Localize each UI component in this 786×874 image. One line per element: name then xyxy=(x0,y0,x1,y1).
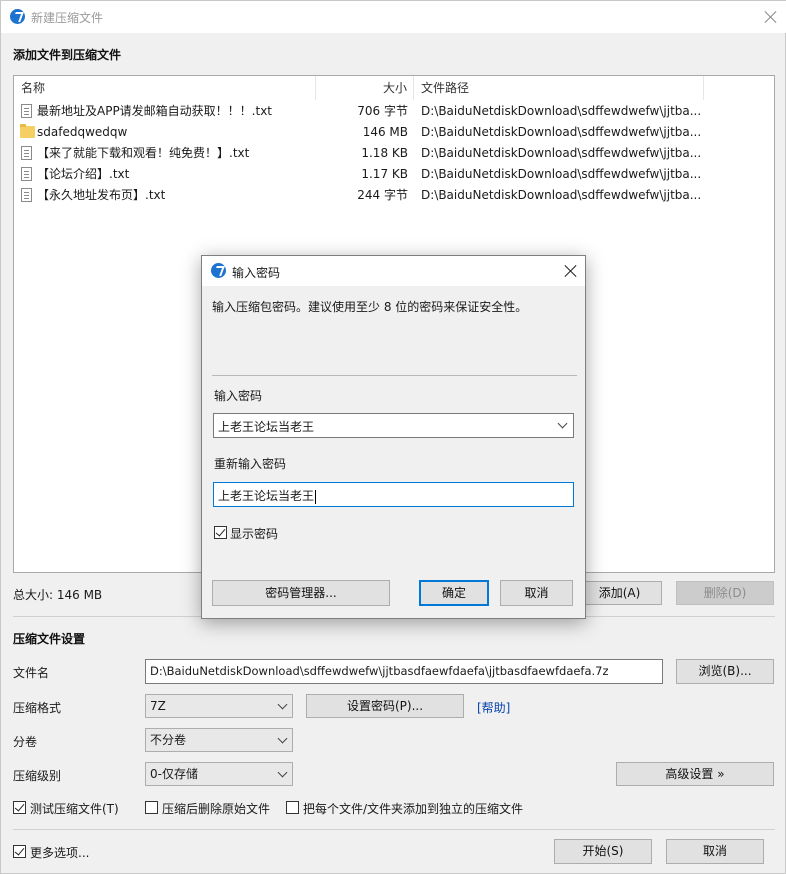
password-input[interactable]: 上老王论坛当老王 xyxy=(213,413,574,438)
dialog-title: 输入密码 xyxy=(232,266,281,280)
file-row[interactable]: 最新地址及APP请发邮箱自动获取！！！.txt 706 字节 D:\BaiduN… xyxy=(14,101,774,122)
file-row[interactable]: 【来了就能下载和观看！纯免费！】.txt 1.18 KB D:\BaiduNet… xyxy=(14,143,774,164)
password-value: 上老王论坛当老王 xyxy=(218,420,315,434)
file-name: 【论坛介绍】.txt xyxy=(37,167,130,181)
cancel-button[interactable]: 取消 xyxy=(666,839,764,864)
split-select[interactable]: 不分卷 xyxy=(145,728,293,752)
reenter-password-value: 上老王论坛当老王 xyxy=(218,489,315,503)
level-value: 0-仅存储 xyxy=(150,767,198,781)
test-archive-label: 测试压缩文件(T) xyxy=(30,802,119,816)
file-size: 1.17 KB xyxy=(361,167,408,181)
text-file-icon xyxy=(21,167,32,181)
advanced-settings-button[interactable]: 高级设置 » xyxy=(616,762,774,786)
file-path: D:\BaiduNetdiskDownload\sdffewdwefw\jjtb… xyxy=(421,146,702,160)
dialog-title-bar: 输入密码 xyxy=(202,256,585,286)
split-value: 不分卷 xyxy=(150,733,187,747)
test-archive-checkbox[interactable] xyxy=(13,801,26,814)
window-close-icon[interactable] xyxy=(764,10,778,24)
separate-archives-checkbox[interactable] xyxy=(286,801,299,814)
password-label: 输入密码 xyxy=(214,389,263,403)
delete-after-checkbox[interactable] xyxy=(145,801,158,814)
filename-input[interactable]: D:\BaiduNetdiskDownload\sdffewdwefw\jjtb… xyxy=(145,659,663,684)
file-path: D:\BaiduNetdiskDownload\sdffewdwefw\jjtb… xyxy=(421,125,702,139)
file-size: 146 MB xyxy=(362,125,408,139)
chevron-down-icon[interactable] xyxy=(557,418,568,429)
column-header-name[interactable]: 名称 xyxy=(14,76,316,100)
file-name: 【来了就能下载和观看！纯免费！】.txt xyxy=(37,146,250,160)
file-path: D:\BaiduNetdiskDownload\sdffewdwefw\jjtb… xyxy=(421,167,702,181)
divider xyxy=(13,829,775,830)
ok-button[interactable]: 确定 xyxy=(419,580,489,606)
format-value: 7Z xyxy=(150,699,166,713)
browse-button[interactable]: 浏览(B)... xyxy=(676,659,774,684)
chevron-down-icon xyxy=(277,767,288,778)
file-size: 244 字节 xyxy=(357,188,408,202)
help-link[interactable]: [帮助] xyxy=(477,699,510,716)
file-size: 706 字节 xyxy=(357,104,408,118)
dialog-close-icon[interactable] xyxy=(564,264,578,278)
reenter-value-wrap: 上老王论坛当老王 xyxy=(218,487,317,504)
app-logo-icon xyxy=(211,263,226,278)
app-logo-icon xyxy=(10,9,25,24)
more-options-checkbox[interactable] xyxy=(13,845,26,858)
split-label: 分卷 xyxy=(13,735,38,749)
file-name: 最新地址及APP请发邮箱自动获取！！！.txt xyxy=(37,104,273,118)
reenter-password-label: 重新输入密码 xyxy=(214,457,287,471)
format-select[interactable]: 7Z xyxy=(145,694,293,718)
file-name: sdafedqwedqw xyxy=(37,125,128,139)
delete-after-label: 压缩后删除原始文件 xyxy=(162,802,271,816)
set-password-button[interactable]: 设置密码(P)... xyxy=(306,694,464,718)
window-title: 新建压缩文件 xyxy=(31,11,104,25)
chevron-down-icon xyxy=(277,733,288,744)
show-password-checkbox[interactable] xyxy=(214,526,227,539)
file-size: 1.18 KB xyxy=(361,146,408,160)
file-row[interactable]: sdafedqwedqw 146 MB D:\BaiduNetdiskDownl… xyxy=(14,122,774,143)
chevron-down-icon xyxy=(277,699,288,710)
separate-archives-label: 把每个文件/文件夹添加到独立的压缩文件 xyxy=(303,802,524,816)
file-path: D:\BaiduNetdiskDownload\sdffewdwefw\jjtb… xyxy=(421,104,702,118)
file-name: 【永久地址发布页】.txt xyxy=(37,188,166,202)
level-label: 压缩级别 xyxy=(13,769,62,783)
file-path: D:\BaiduNetdiskDownload\sdffewdwefw\jjtb… xyxy=(421,188,702,202)
file-row[interactable]: 【永久地址发布页】.txt 244 字节 D:\BaiduNetdiskDown… xyxy=(14,185,774,206)
start-button[interactable]: 开始(S) xyxy=(554,839,652,864)
reenter-password-input[interactable]: 上老王论坛当老王 xyxy=(213,482,574,507)
column-header-path[interactable]: 文件路径 xyxy=(414,76,704,100)
delete-button[interactable]: 删除(D) xyxy=(676,581,774,605)
level-select[interactable]: 0-仅存储 xyxy=(145,762,293,786)
archive-settings-section-title: 压缩文件设置 xyxy=(13,632,86,646)
text-file-icon xyxy=(21,188,32,202)
text-file-icon xyxy=(21,146,32,160)
filename-label: 文件名 xyxy=(13,666,50,680)
text-caret xyxy=(315,489,317,504)
text-file-icon xyxy=(21,104,32,118)
divider xyxy=(212,375,577,376)
filename-value: D:\BaiduNetdiskDownload\sdffewdwefw\jjtb… xyxy=(150,664,609,678)
add-files-section-title: 添加文件到压缩文件 xyxy=(13,48,122,62)
column-header-size[interactable]: 大小 xyxy=(316,76,414,100)
password-manager-button[interactable]: 密码管理器... xyxy=(212,580,390,606)
file-row[interactable]: 【论坛介绍】.txt 1.17 KB D:\BaiduNetdiskDownlo… xyxy=(14,164,774,185)
password-dialog: 输入密码 输入压缩包密码。建议使用至少 8 位的密码来保证安全性。 输入密码 上… xyxy=(201,255,586,619)
dialog-description: 输入压缩包密码。建议使用至少 8 位的密码来保证安全性。 xyxy=(212,300,528,314)
title-bar: 新建压缩文件 xyxy=(1,1,786,33)
format-label: 压缩格式 xyxy=(13,701,62,715)
show-password-label: 显示密码 xyxy=(230,527,279,541)
add-button[interactable]: 添加(A) xyxy=(577,581,662,605)
dialog-cancel-button[interactable]: 取消 xyxy=(500,580,573,606)
more-options-label: 更多选项... xyxy=(30,846,90,860)
total-size-text: 总大小: 146 MB xyxy=(13,588,103,602)
folder-icon xyxy=(20,124,35,138)
